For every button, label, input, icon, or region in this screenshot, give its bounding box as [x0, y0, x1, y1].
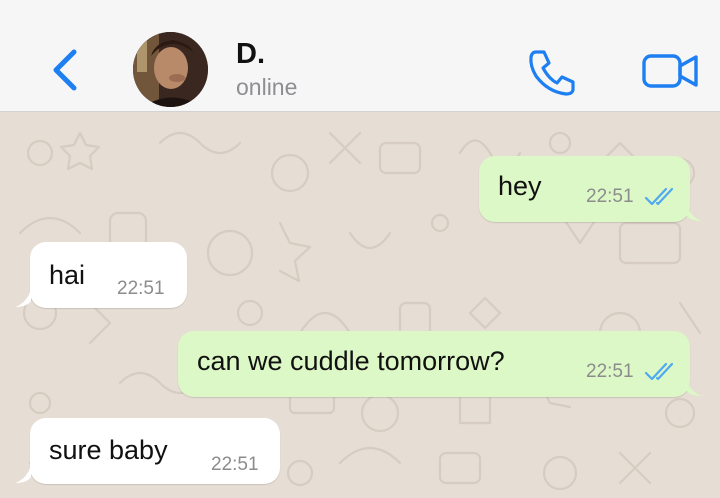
message-time: 22:51	[586, 361, 634, 382]
phone-icon	[529, 50, 575, 96]
message-text: hey	[498, 171, 542, 201]
chat-area[interactable]: hey 22:51 hai 22:51 can we cuddle tomorr…	[0, 113, 720, 498]
message-bubble-outgoing[interactable]: hey 22:51	[479, 156, 690, 222]
video-call-button[interactable]	[640, 50, 700, 92]
contact-name[interactable]: D.	[236, 38, 265, 71]
message-bubble-outgoing[interactable]: can we cuddle tomorrow? 22:51	[178, 331, 690, 397]
message-bubble-incoming[interactable]: sure baby 22:51	[30, 418, 280, 484]
voice-call-button[interactable]	[526, 46, 578, 98]
bubble-tail-icon	[15, 289, 31, 307]
chat-header: D. online	[0, 0, 720, 112]
read-receipt-icon	[644, 362, 674, 381]
message-text: sure baby	[49, 435, 168, 465]
bubble-tail-icon	[686, 203, 702, 221]
message-text: hai	[49, 260, 86, 290]
message-time: 22:51	[586, 186, 634, 207]
contact-status: online	[236, 74, 298, 100]
contact-avatar[interactable]	[133, 32, 208, 107]
message-text: can we cuddle tomorrow?	[197, 346, 505, 376]
read-receipt-icon	[644, 187, 674, 206]
message-bubble-incoming[interactable]: hai 22:51	[30, 242, 187, 308]
bubble-tail-icon	[15, 465, 31, 483]
avatar-photo-icon	[133, 32, 208, 107]
message-time: 22:51	[211, 454, 259, 475]
back-button[interactable]	[44, 46, 84, 94]
video-camera-icon	[642, 54, 698, 88]
message-time: 22:51	[117, 278, 165, 299]
chevron-left-icon	[53, 49, 77, 91]
bubble-tail-icon	[686, 378, 702, 396]
